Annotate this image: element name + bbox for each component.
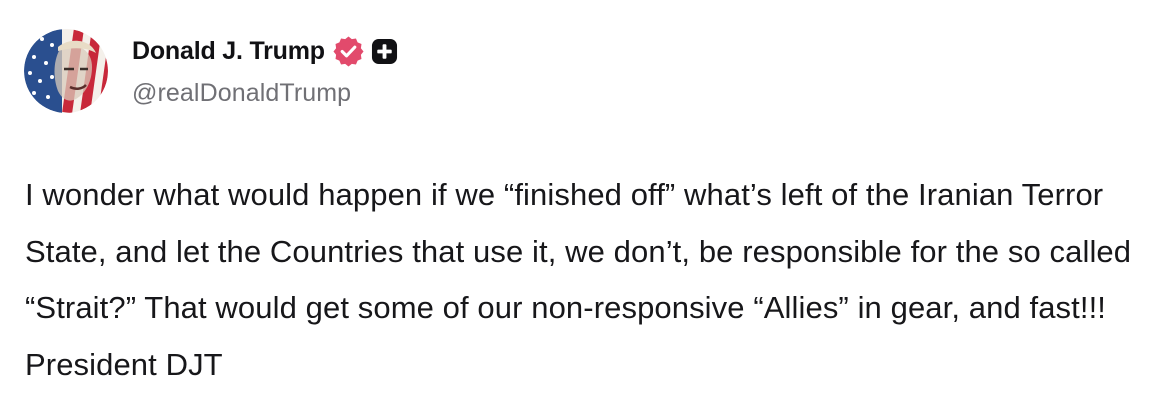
flag-portrait-avatar-icon xyxy=(24,29,108,113)
verified-badge-icon xyxy=(333,35,364,67)
plus-badge-icon xyxy=(371,38,398,65)
post-body-text: I wonder what would happen if we “finish… xyxy=(25,177,1132,382)
author-display-name[interactable]: Donald J. Trump xyxy=(132,37,325,66)
author-info: Donald J. Trump @realDonaldTrump xyxy=(132,34,398,108)
post-card: Donald J. Trump @realDonaldTrump I wonde… xyxy=(0,0,1166,404)
author-handle[interactable]: @realDonaldTrump xyxy=(132,79,398,108)
author-avatar[interactable] xyxy=(24,29,108,113)
name-row: Donald J. Trump xyxy=(132,34,398,68)
